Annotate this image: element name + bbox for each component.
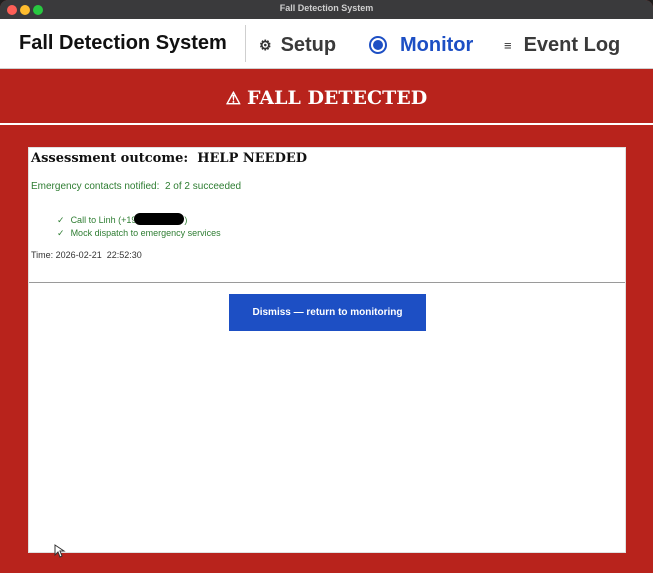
mouse-pointer-icon: [54, 544, 66, 558]
list-icon: ≡: [504, 37, 512, 53]
window-title: Fall Detection System: [279, 3, 374, 13]
nav-tab-event-log[interactable]: ≡ Event Log: [504, 32, 620, 58]
radio-selected-icon: [369, 36, 387, 54]
alert-banner: ⚠ FALL DETECTED: [0, 70, 653, 125]
alert-title: FALL DETECTED: [247, 87, 428, 109]
nav-tab-event-log-label: Event Log: [523, 33, 621, 56]
nav-divider: [245, 25, 246, 62]
check-icon: ✓: [57, 228, 65, 238]
contact-result-text: Mock dispatch to emergency services: [70, 228, 221, 238]
title-bar: Fall Detection System: [0, 0, 653, 19]
assessment-outcome: Assessment outcome: HELP NEEDED: [31, 151, 308, 166]
nav-tab-setup-label: Setup: [280, 33, 337, 56]
nav-tab-setup[interactable]: ⚙ Setup: [259, 32, 336, 58]
warning-icon: ⚠: [225, 89, 241, 109]
contact-result-item: ✓ Mock dispatch to emergency services: [42, 218, 221, 249]
contacts-status: Emergency contacts notified: 2 of 2 succ…: [31, 181, 242, 192]
app-window: Fall Detection System Fall Detection Sys…: [0, 0, 653, 573]
alert-banner-text: ⚠ FALL DETECTED: [0, 87, 653, 109]
assessment-panel: Assessment outcome: HELP NEEDED Emergenc…: [28, 147, 626, 553]
nav-tab-monitor[interactable]: Monitor: [369, 32, 473, 58]
panel-divider: [29, 282, 625, 283]
event-timestamp: Time: 2026-02-21 22:52:30: [31, 250, 142, 260]
gear-icon: ⚙: [259, 36, 272, 53]
nav-bar: Fall Detection System ⚙ Setup Monitor ≡ …: [0, 19, 653, 69]
nav-tab-monitor-label: Monitor: [400, 33, 474, 56]
dismiss-button[interactable]: Dismiss — return to monitoring: [229, 294, 426, 331]
app-name: Fall Detection System: [19, 32, 227, 54]
